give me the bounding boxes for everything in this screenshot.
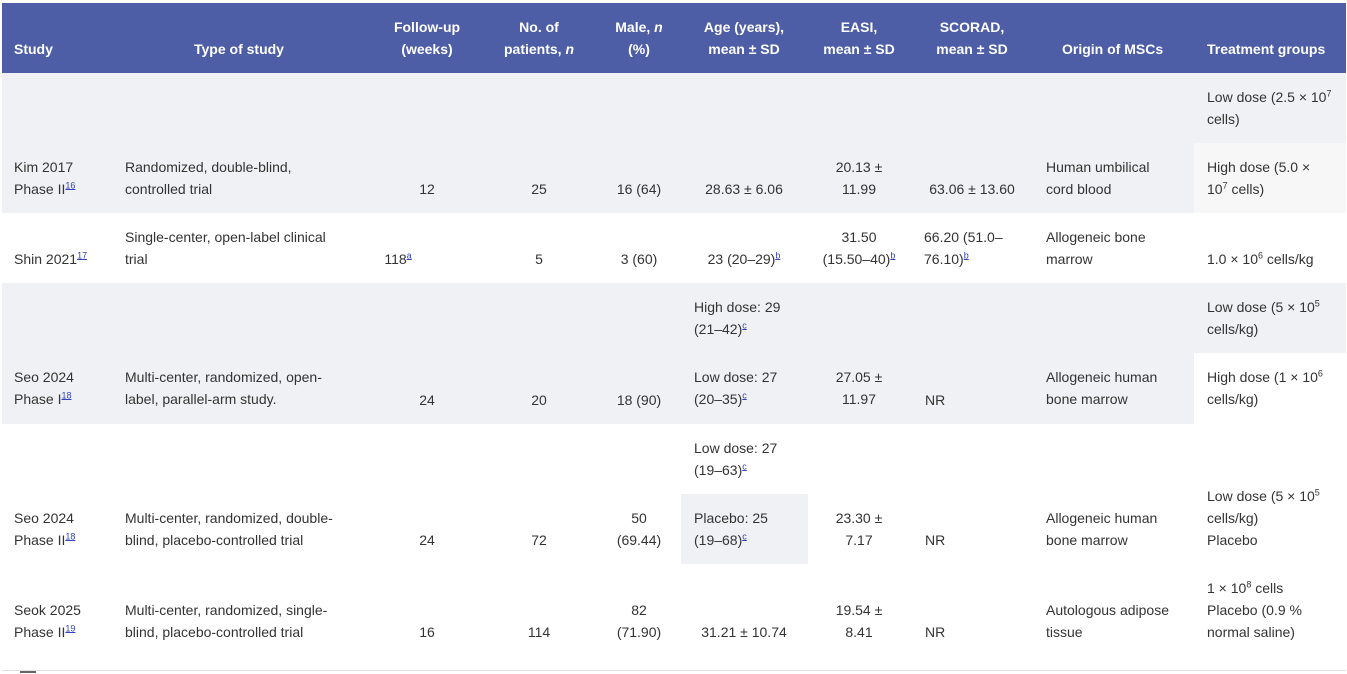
row-5-study: Seok 2025 Phase II19: [14, 602, 81, 640]
footnote-link[interactable]: a: [407, 250, 412, 260]
row-4-study: Seo 2024 Phase II18: [14, 510, 76, 548]
row-4-age-low: Low dose: 27 (19–63)c: [694, 440, 778, 478]
row-3-origin: Allogeneic human bone marrow: [1046, 369, 1158, 407]
table-container: Study Type of study Follow-up (weeks) No.…: [0, 0, 1347, 674]
header-male: Male, n (%): [615, 19, 663, 57]
row-4-type: Multi-center, randomized, double-blind, …: [125, 510, 333, 548]
header-easi: EASI, mean ± SD: [823, 19, 895, 57]
row-2-age: 23 (20–29)b: [707, 250, 781, 267]
row-4-treatment: Low dose (5 × 105 cells/kg) Placebo: [1207, 487, 1320, 548]
row-2-origin: Allogeneic bone marrow: [1046, 229, 1146, 267]
row-4-origin: Allogeneic human bone marrow: [1046, 510, 1158, 548]
row-4-male: 50 (69.44): [616, 510, 662, 548]
row-2-male: 3 (60): [620, 251, 658, 267]
ref-link[interactable]: 18: [65, 531, 75, 541]
footnote-link[interactable]: b: [890, 250, 895, 260]
row-3-study: Seo 2024 Phase I18: [14, 369, 74, 407]
row-3-patients: 20: [531, 392, 547, 408]
row-1-easi: 20.13 ±11.99: [835, 159, 883, 197]
footnote-link[interactable]: c: [742, 390, 747, 400]
row-5-origin: Autologous adipose tissue: [1046, 602, 1169, 640]
row-1-followup: 12: [419, 181, 435, 197]
scroll-indicator[interactable]: [20, 671, 36, 673]
row-1-scorad: 63.06 ± 13.60: [929, 181, 1015, 197]
ref-link[interactable]: 17: [77, 250, 87, 260]
row-2-patients: 5: [535, 251, 543, 267]
row-1-study: Kim 2017 Phase II16: [14, 159, 76, 197]
header-followup: Follow-up (weeks): [393, 19, 461, 57]
ref-link[interactable]: 16: [65, 180, 75, 190]
header-age: Age (years), mean ± SD: [703, 19, 785, 57]
row-3-followup: 24: [419, 392, 435, 408]
row-4-easi: 23.30 ±7.17: [835, 510, 883, 548]
row-4-followup: 24: [419, 532, 435, 548]
footnote-link[interactable]: b: [964, 250, 969, 260]
row-2-followup: 118a: [384, 250, 412, 267]
row-3-treatment-1: Low dose (5 × 105 cells/kg): [1207, 298, 1320, 337]
header-patients: No. of patients, n: [503, 19, 575, 57]
row-2-treatment: 1.0 × 106 cells/kg: [1207, 250, 1314, 267]
ref-link[interactable]: 19: [65, 623, 75, 633]
row-1-treatment-1: Low dose (2.5 × 107 cells): [1207, 88, 1332, 127]
row-3-age-low: Low dose: 27 (20–35)c: [694, 369, 778, 407]
row-1-male: 16 (64): [616, 181, 662, 197]
row-1-type: Randomized, double-blind, controlled tria…: [125, 159, 292, 197]
header-scorad: SCORAD, mean ± SD: [936, 19, 1008, 57]
row-5-age: 31.21 ± 10.74: [701, 624, 787, 640]
header-origin: Origin of MSCs: [1062, 41, 1164, 57]
row-3-easi: 27.05 ±11.97: [835, 369, 883, 407]
header-type: Type of study: [194, 41, 284, 57]
row-4-age-placebo: Placebo: 25 (19–68)c: [694, 510, 768, 548]
footnote-link[interactable]: c: [742, 461, 747, 471]
footnote-link[interactable]: c: [742, 531, 747, 541]
row-5-followup: 16: [419, 624, 435, 640]
row-2-easi: 31.50 (15.50–40)b: [822, 229, 896, 267]
row-1-origin: Human umbilical cord blood: [1046, 159, 1150, 197]
row-5-type: Multi-center, randomized, single-blind, …: [125, 602, 328, 640]
row-3-age-high: High dose: 29 (21–42)c: [694, 299, 781, 337]
row-1-age: 28.63 ± 6.06: [705, 181, 783, 197]
row-5-patients: 114: [527, 624, 551, 640]
footnote-link[interactable]: b: [775, 250, 780, 260]
row-2-study: Shin 202117: [14, 250, 88, 267]
footnote-link[interactable]: c: [742, 320, 747, 330]
row-3-treatment-2: High dose (1 × 106 cells/kg): [1207, 368, 1323, 407]
row-1-patients: 25: [531, 181, 547, 197]
row-5-scorad: NR: [925, 624, 946, 640]
row-1-treatment-2: High dose (5.0 × 107 cells): [1207, 159, 1311, 197]
table-bottom-border: [2, 670, 1346, 671]
row-5-male: 82 (71.90): [616, 602, 662, 640]
header-study: Study: [14, 41, 53, 57]
row-5-easi: 19.54 ±8.41: [835, 602, 883, 640]
row-4-patients: 72: [531, 532, 547, 548]
ref-link[interactable]: 18: [61, 390, 71, 400]
row-3-scorad: NR: [925, 392, 946, 408]
row-5-treatment: 1 × 108 cells Placebo (0.9 % normal sali…: [1207, 579, 1302, 640]
row-4-scorad: NR: [925, 532, 946, 548]
row-2-type: Single-center, open-label clinical trial: [125, 229, 326, 267]
header-treatment: Treatment groups: [1207, 41, 1326, 57]
row-3-male: 18 (90): [616, 392, 662, 408]
row-3-type: Multi-center, randomized, open-label, pa…: [125, 369, 322, 407]
row-2-scorad: 66.20 (51.0– 76.10)b: [924, 229, 1003, 267]
